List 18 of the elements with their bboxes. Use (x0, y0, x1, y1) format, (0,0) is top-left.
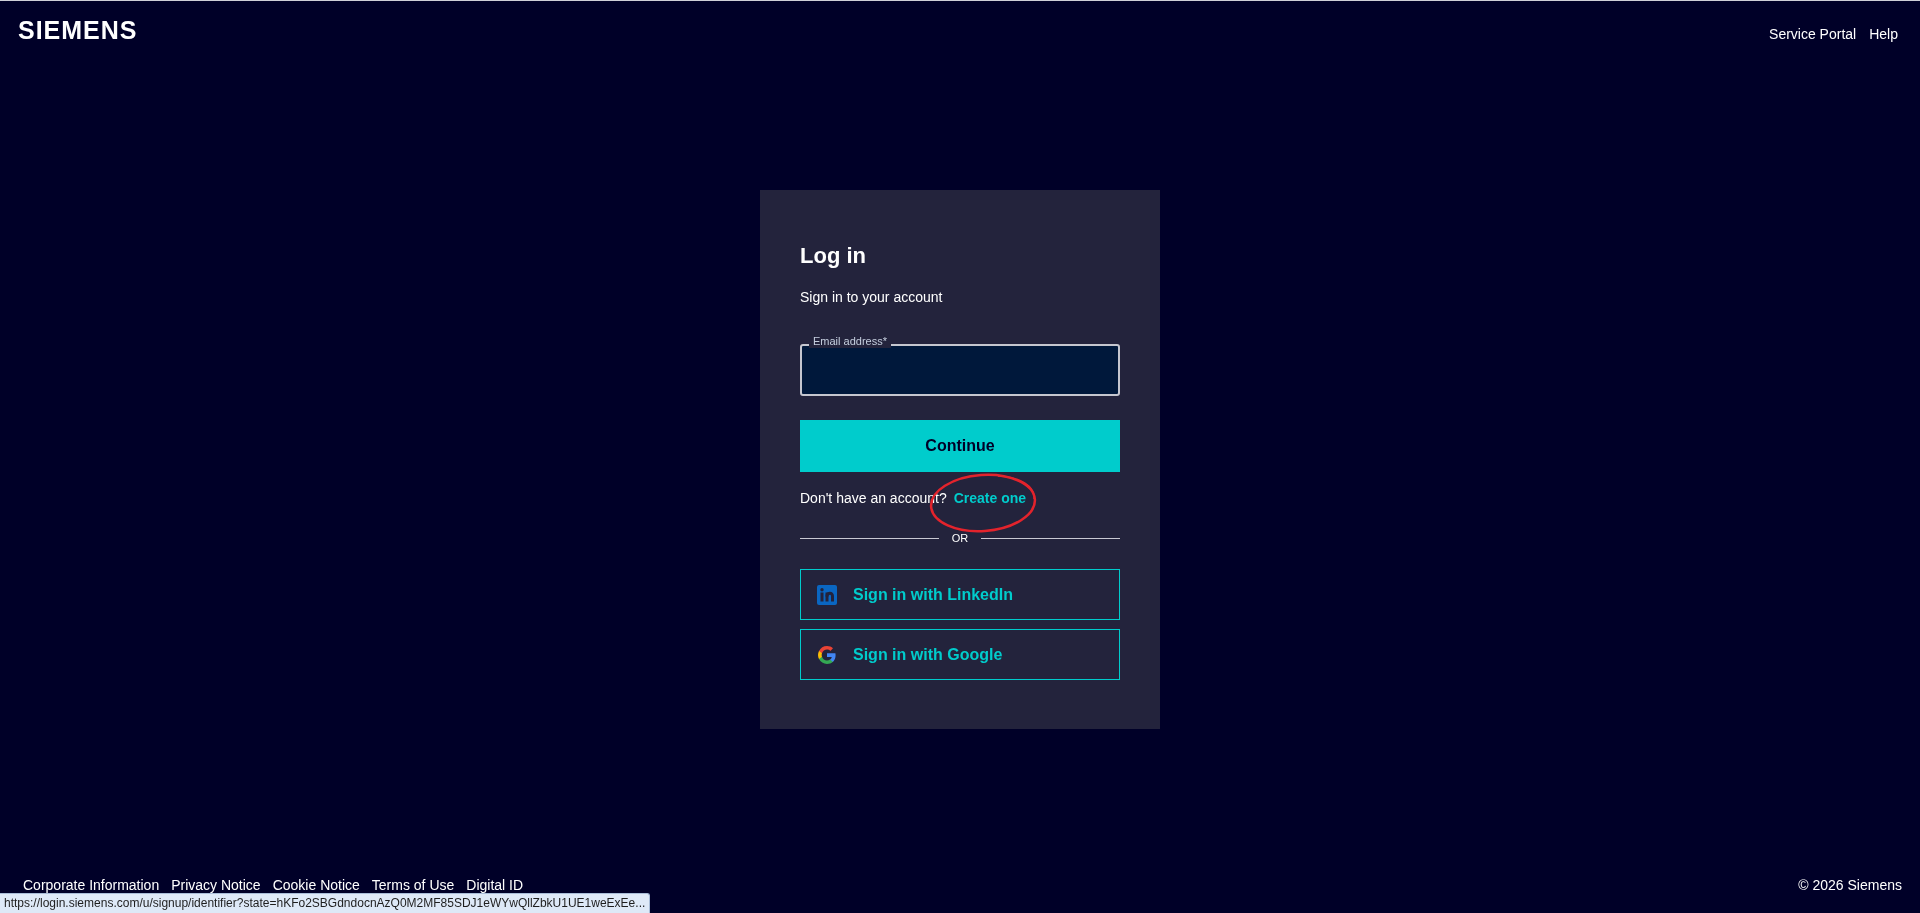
card-subtitle: Sign in to your account (800, 288, 943, 307)
card-title: Log in (800, 242, 866, 270)
footer-link[interactable]: Privacy Notice (171, 877, 261, 893)
copyright-text: © 2026 Siemens (1798, 877, 1902, 893)
status-url: https://login.siemens.com/u/signup/identifier?state=hKFo2SBGdndocnAzQ0M2MF85SDJ1eWYwQllZbkU1UE1weExEe... (0, 893, 651, 913)
header-link[interactable]: Service Portal (1769, 24, 1857, 43)
header-link[interactable]: Help (1869, 24, 1898, 43)
google-sign-in-button[interactable]: Sign in with Google (800, 629, 1120, 680)
linkedin-icon (817, 584, 837, 605)
continue-button[interactable]: Continue (800, 420, 1120, 472)
divider-label: OR (950, 531, 970, 545)
footer-link[interactable]: Terms of Use (371, 877, 455, 893)
footer-link[interactable]: Cookie Notice (272, 877, 360, 893)
footer-link[interactable]: Digital ID (466, 877, 524, 893)
linkedin-sign-in-button[interactable]: Sign in with LinkedIn (800, 569, 1120, 620)
logo: SIEMENS (18, 14, 138, 45)
footer-link[interactable]: Corporate Information (23, 877, 160, 893)
google-icon (817, 644, 837, 665)
